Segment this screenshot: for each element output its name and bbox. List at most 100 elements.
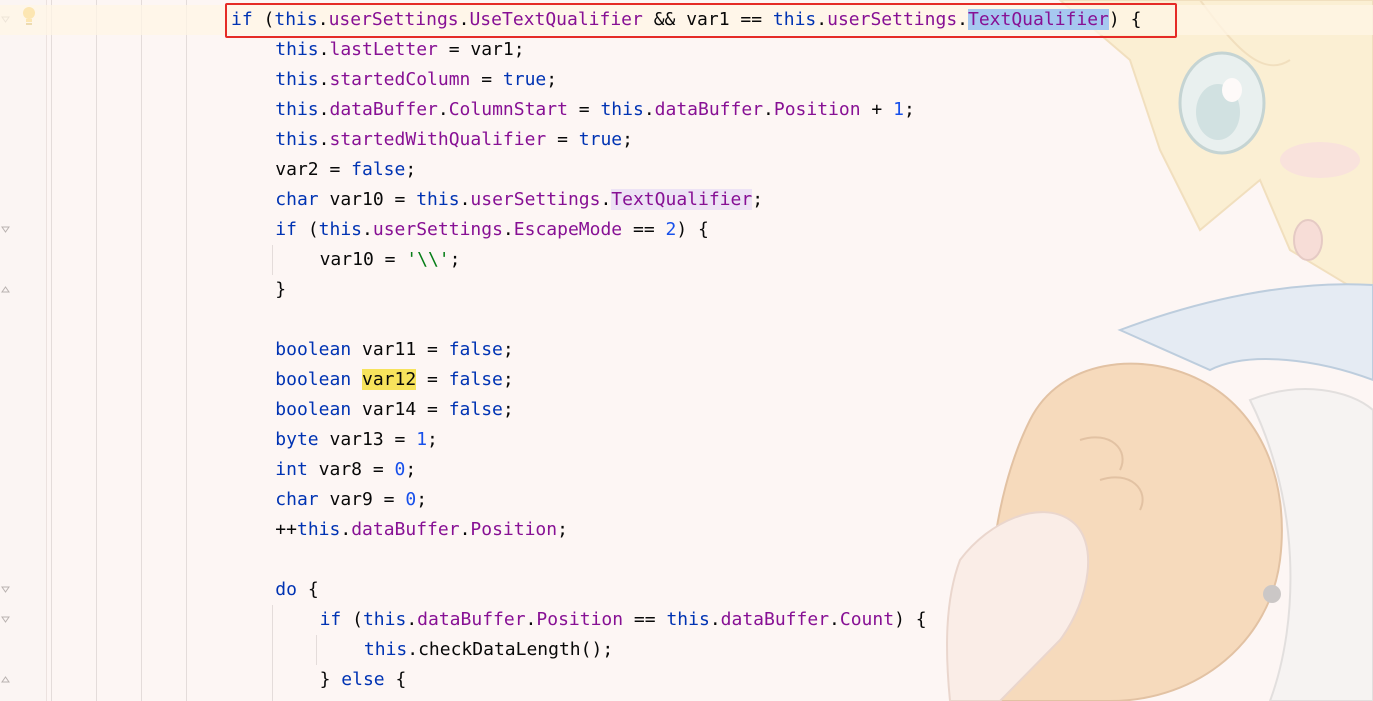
code-token: this — [275, 129, 319, 150]
code-token: . — [763, 99, 774, 120]
code-editor[interactable]: if (this.userSettings.UseTextQualifier &… — [0, 0, 1373, 701]
code-token: ; — [427, 429, 438, 450]
code-line[interactable] — [0, 545, 1373, 575]
code-token: var14 = — [351, 399, 449, 420]
code-token: == — [622, 219, 666, 240]
code-line[interactable]: ++this.dataBuffer.Position; — [0, 515, 1373, 545]
code-token: 1 — [416, 429, 428, 450]
code-token: { — [296, 579, 319, 600]
code-line[interactable]: boolean var11 = false; — [0, 335, 1373, 365]
code-token: startedColumn — [329, 69, 471, 90]
code-token: this — [600, 99, 644, 120]
code-token: boolean — [275, 399, 352, 420]
code-token: if — [275, 219, 297, 240]
code-token: . — [502, 219, 514, 240]
code-token: false — [448, 369, 503, 390]
code-line[interactable]: var2 = false; — [0, 155, 1373, 185]
code-token: . — [643, 99, 655, 120]
code-line[interactable]: byte var13 = 1; — [0, 425, 1373, 455]
code-token: ; — [557, 519, 568, 540]
code-token: = — [470, 69, 503, 90]
code-token: true — [578, 129, 623, 150]
code-token: ( — [341, 609, 363, 630]
code-token: ; — [416, 489, 428, 510]
code-line[interactable]: this.startedWithQualifier = true; — [0, 125, 1373, 155]
code-token: . — [318, 99, 330, 120]
code-token: 0 — [394, 459, 406, 480]
code-token: . — [406, 609, 418, 630]
code-token: . — [362, 219, 373, 240]
code-lines[interactable]: if (this.userSettings.UseTextQualifier &… — [0, 5, 1373, 695]
code-token: ; — [502, 369, 514, 390]
code-token: EscapeMode — [513, 219, 623, 240]
code-token: ; — [502, 339, 514, 360]
code-token: Position — [536, 609, 624, 630]
code-line[interactable]: do { — [0, 575, 1373, 605]
code-token: TextQualifier — [611, 189, 753, 210]
code-line[interactable]: this.startedColumn = true; — [0, 65, 1373, 95]
code-token: int — [275, 459, 308, 480]
code-token: . — [459, 519, 471, 540]
code-token: = — [546, 129, 579, 150]
code-line[interactable]: this.checkDataLength(); — [0, 635, 1373, 665]
code-line[interactable]: var10 = '\\'; — [0, 245, 1373, 275]
code-line[interactable]: char var9 = 0; — [0, 485, 1373, 515]
code-token: 2 — [665, 219, 677, 240]
code-line[interactable]: } else { — [0, 665, 1373, 695]
code-token: false — [448, 399, 503, 420]
code-token: ; — [405, 459, 417, 480]
code-token: .checkDataLength(); — [407, 639, 614, 660]
code-token: char — [275, 189, 319, 210]
code-line[interactable]: this.lastLetter = var1; — [0, 35, 1373, 65]
code-token: this — [362, 609, 407, 630]
code-token: 1 — [893, 99, 904, 120]
code-token: . — [829, 609, 840, 630]
code-line[interactable]: if (this.dataBuffer.Position == this.dat… — [0, 605, 1373, 635]
code-token: dataBuffer — [329, 99, 438, 120]
code-token: { — [384, 669, 407, 690]
code-token: ; — [622, 129, 633, 150]
code-line[interactable]: } — [0, 275, 1373, 305]
code-token: false — [448, 339, 503, 360]
code-token: . — [318, 39, 330, 60]
code-token: false — [351, 159, 406, 180]
code-token: ; — [405, 159, 417, 180]
code-token: var9 = — [318, 489, 406, 510]
code-line[interactable]: boolean var14 = false; — [0, 395, 1373, 425]
code-token: var10 = — [319, 249, 407, 270]
code-line[interactable] — [0, 305, 1373, 335]
code-token: Count — [839, 609, 895, 630]
code-line[interactable]: if (this.userSettings.EscapeMode == 2) { — [0, 215, 1373, 245]
code-token: char — [275, 489, 319, 510]
code-line[interactable]: this.dataBuffer.ColumnStart = this.dataB… — [0, 95, 1373, 125]
code-line[interactable]: boolean var12 = false; — [0, 365, 1373, 395]
code-token: userSettings — [372, 219, 503, 240]
code-token: dataBuffer — [654, 99, 764, 120]
code-token: var8 = — [307, 459, 395, 480]
highlight-annotation-box — [225, 3, 1177, 38]
code-token: var13 = — [318, 429, 417, 450]
code-token: this — [296, 519, 341, 540]
code-token: var11 = — [351, 339, 449, 360]
code-token: this — [275, 99, 319, 120]
code-token: } — [319, 669, 342, 690]
code-token: this — [275, 69, 319, 90]
code-token: ; — [502, 399, 514, 420]
code-token: var2 = — [275, 159, 352, 180]
code-token: == — [623, 609, 667, 630]
code-token: } — [275, 279, 287, 300]
code-token: var10 = — [318, 189, 417, 210]
code-line[interactable]: int var8 = 0; — [0, 455, 1373, 485]
code-token: do — [275, 579, 297, 600]
code-token: = — [567, 99, 601, 120]
code-token: this — [275, 39, 319, 60]
code-token: this — [318, 219, 363, 240]
code-token: ColumnStart — [448, 99, 568, 120]
code-token: byte — [275, 429, 319, 450]
code-token: ; — [546, 69, 558, 90]
code-token: . — [600, 189, 612, 210]
code-line[interactable]: char var10 = this.userSettings.TextQuali… — [0, 185, 1373, 215]
code-token: . — [709, 609, 721, 630]
code-token: true — [502, 69, 547, 90]
